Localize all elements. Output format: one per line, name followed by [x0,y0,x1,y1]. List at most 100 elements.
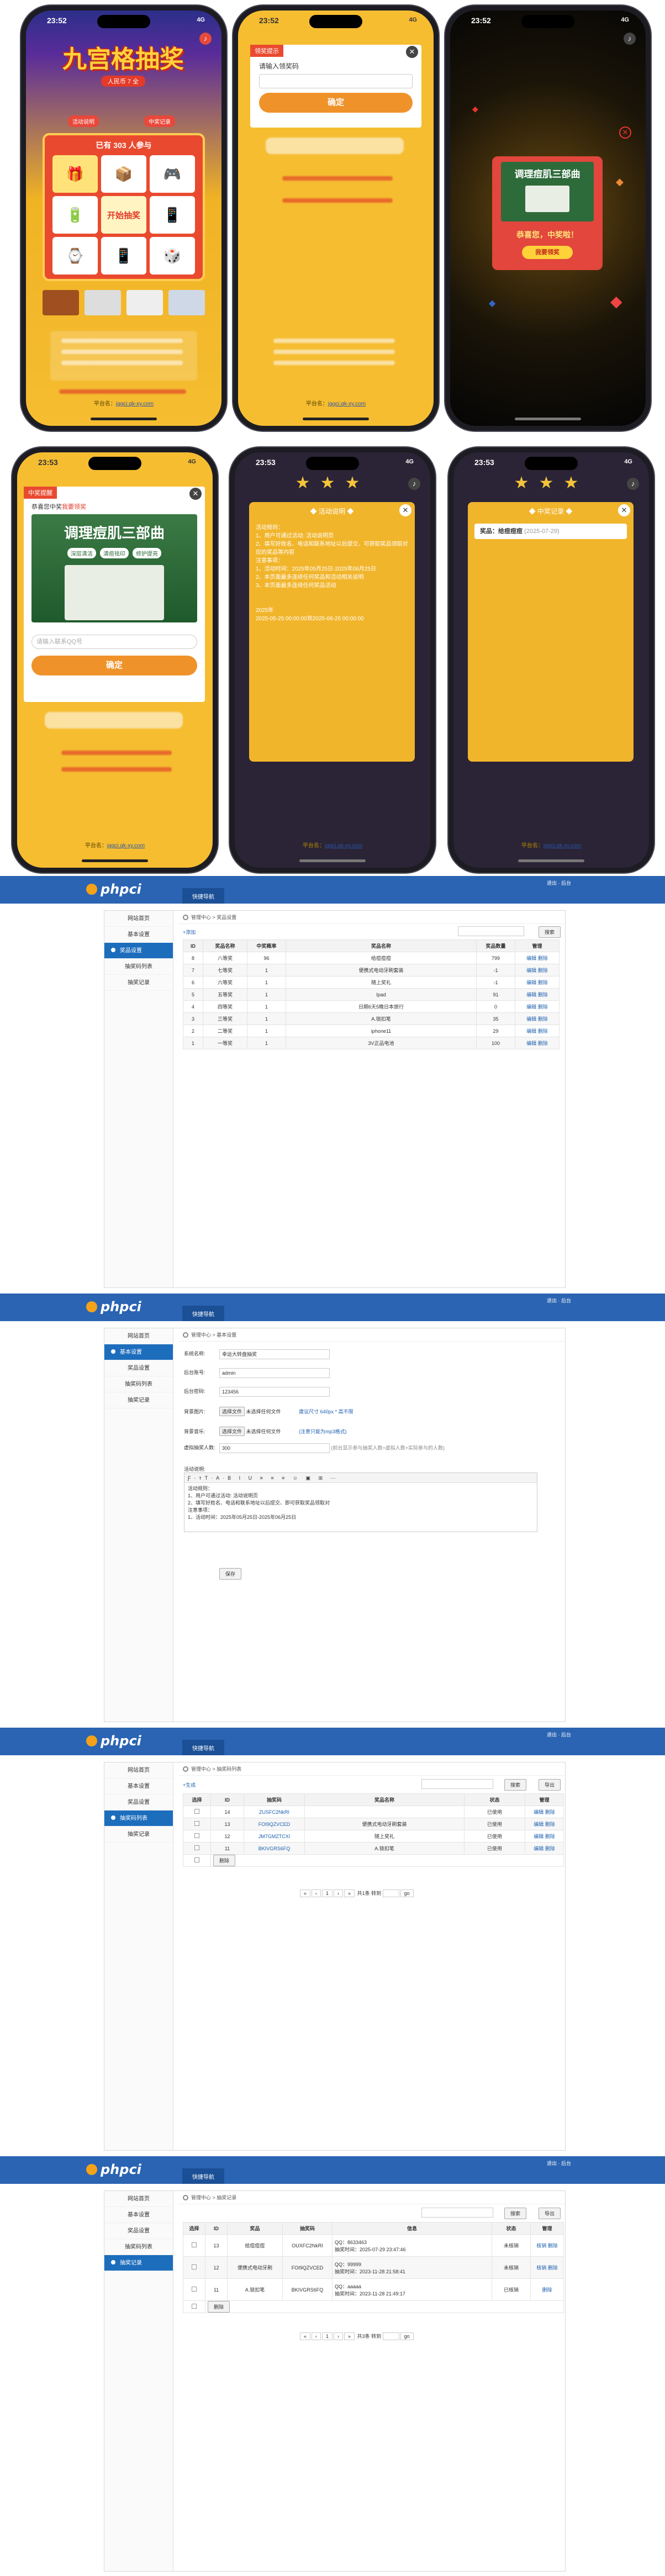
qq-input[interactable]: 请输入联系QQ号 [31,635,197,649]
top-links[interactable]: 退出 · 后台 [547,2160,571,2167]
search-input[interactable] [458,926,524,936]
feature-chip: 清痘祛印 [100,548,129,558]
screen-claim-form: 23:53 4G 中奖提醒 ✕ 恭喜您中奖我要领奖 调理痘肌三部曲 深层清洁 清痘… [17,452,213,868]
sidebar-item-prizes[interactable]: 奖品设置 [104,2223,173,2239]
prize-thumb [168,290,205,315]
table-row: 14 ZUSFC2NkRI 已使用 编辑 删除 [183,1806,564,1818]
close-icon[interactable]: ✕ [618,504,630,516]
confirm-button[interactable]: 确定 [259,93,413,113]
claim-prize-button[interactable]: 我要领奖 [522,246,573,259]
quick-nav-tab[interactable]: 快捷导航 [182,888,224,904]
row-checkbox[interactable] [194,1833,199,1838]
record-item: 奖品：给痘痘痘 (2025-07-29) [474,524,627,539]
start-lottery-button[interactable]: 开始抽奖 [101,196,146,234]
add-prize-link[interactable]: +添加 [183,928,196,936]
sidebar-item-home[interactable]: 网站首页 [104,1762,173,1778]
quick-nav-tab[interactable]: 快捷导航 [182,2168,224,2184]
music-icon[interactable]: ♪ [408,478,420,490]
delete-button[interactable]: 删除 [208,2301,230,2313]
table-row: 删除 [183,2300,564,2313]
rules-pill[interactable]: 活动说明 [68,115,99,127]
records-pill[interactable]: 中奖记录 [144,115,175,127]
sidebar-item-records[interactable]: 抽奖记录 [104,2255,173,2271]
signal-indicator: 4G [188,458,196,465]
claim-hint: 请输入领奖码 [259,62,299,70]
quick-nav-tab[interactable]: 快捷导航 [182,1740,224,1755]
screen-claim: 23:52 4G 领奖提示 ✕ 请输入领奖码 确定 平台名：jqqci.qk-xy… [238,10,434,426]
virtual-count-field[interactable]: 300 [219,1443,330,1453]
top-links[interactable]: 退出 · 后台 [547,879,571,886]
row-checkbox[interactable] [194,1809,199,1814]
sidebar-item-home[interactable]: 网站首页 [104,1328,173,1344]
close-icon[interactable]: ✕ [619,126,631,139]
sidebar-item-home[interactable]: 网站首页 [104,911,173,927]
prize-strip [43,290,205,315]
top-links[interactable]: 退出 · 后台 [547,1297,571,1304]
participants-count: 已有 303 人参与 [96,141,152,150]
choose-file-button[interactable]: 选择文件 [219,1427,245,1436]
editor-toolbar[interactable]: Ƒ·ᴛT·A·B I U ≡ ≡ ≡ ☺ ▣ ⊞ ⋯ [184,1473,537,1483]
generate-link[interactable]: +生成 [183,1781,196,1788]
close-icon[interactable]: ✕ [399,504,411,516]
sidebar-item-basic[interactable]: 基本设置 [104,2207,173,2223]
sidebar-item-codes[interactable]: 抽奖码列表 [104,1376,173,1392]
music-icon[interactable]: ♪ [627,478,639,490]
sidebar-item-records[interactable]: 抽奖记录 [104,1392,173,1408]
sidebar-item-records[interactable]: 抽奖记录 [104,975,173,991]
sidebar-item-prizes[interactable]: 奖品设置 [104,943,173,959]
search-input[interactable] [421,1779,493,1789]
star-row: ★★★ [295,474,370,492]
row-checkbox[interactable] [192,2264,197,2269]
sidebar: 网站首页 基本设置 奖品设置 抽奖码列表 抽奖记录 [104,2191,173,2571]
row-checkbox[interactable] [192,2242,197,2247]
close-icon[interactable]: ✕ [406,46,418,58]
sidebar-item-basic[interactable]: 基本设置 [104,1778,173,1794]
search-button[interactable]: 搜索 [504,1779,526,1791]
row-checkbox[interactable] [194,1845,199,1850]
system-name-field[interactable]: 幸运大转盘抽奖 [219,1349,330,1359]
choose-file-button[interactable]: 选择文件 [219,1407,245,1416]
export-button[interactable]: 导出 [538,1779,561,1791]
export-button[interactable]: 导出 [538,2208,561,2219]
select-all-checkbox[interactable] [194,1857,199,1862]
sidebar-item-basic[interactable]: 基本设置 [104,1344,173,1360]
search-input[interactable] [421,2208,493,2218]
pagination[interactable]: «‹ 1 ›» 共3条 转到 go [300,2332,415,2340]
sidebar-item-home[interactable]: 网站首页 [104,2191,173,2207]
music-icon[interactable]: ♪ [199,33,212,45]
table-row: 6 六等奖 1 随上奖礼 -1 编辑 删除 [183,976,560,989]
select-all-checkbox[interactable] [192,2304,197,2309]
prize-grid: 🎁 📦 🎮 🔋 开始抽奖 📱 ⌚ 📱 🎲 [52,155,195,275]
claim-code-input[interactable] [259,74,413,88]
top-nav: phpci 快捷导航 退出 · 后台 [0,876,665,904]
sidebar-item-records[interactable]: 抽奖记录 [104,1827,173,1843]
feature-chips: 深层清洁 清痘祛印 修护提亮 [31,548,197,558]
confirm-button[interactable]: 确定 [31,656,197,675]
row-checkbox[interactable] [194,1821,199,1826]
sidebar-item-codes[interactable]: 抽奖码列表 [104,2239,173,2255]
search-button[interactable]: 搜索 [504,2208,526,2219]
sidebar-item-codes[interactable]: 抽奖码列表 [104,1810,173,1827]
save-button[interactable]: 保存 [219,1568,242,1580]
pagination[interactable]: «‹ 1 ›» 共1条 转到 go [300,1889,415,1897]
editor-content[interactable]: 活动规则： 1、用户可通过活动: 活动说明页 2、填写好姓名、电话和联系地址以后提交… [184,1483,537,1523]
search-button[interactable]: 搜索 [538,926,561,938]
top-links[interactable]: 退出 · 后台 [547,1731,571,1738]
sidebar-item-prizes[interactable]: 奖品设置 [104,1794,173,1810]
signal-indicator: 4G [405,458,414,465]
table-row: 8 八等奖 96 给痘痘痘 799 编辑 删除 [183,952,560,964]
sidebar: 网站首页 基本设置 奖品设置 抽奖码列表 抽奖记录 [104,911,173,1287]
sidebar-item-prizes[interactable]: 奖品设置 [104,1360,173,1376]
row-checkbox[interactable] [192,2287,197,2292]
music-icon[interactable]: ♪ [624,33,636,45]
sidebar-item-codes[interactable]: 抽奖码列表 [104,959,173,975]
sidebar-item-basic[interactable]: 基本设置 [104,927,173,943]
rich-text-editor[interactable]: Ƒ·ᴛT·A·B I U ≡ ≡ ≡ ☺ ▣ ⊞ ⋯ 活动规则： 1、用户可通过活… [184,1472,537,1532]
admin-password-field[interactable]: 123456 [219,1387,330,1397]
table-row: 3 三等奖 1 A.锁扣笔 35 编辑 删除 [183,1012,560,1025]
delete-button[interactable]: 删除 [213,1855,236,1866]
admin-account-field[interactable]: admin [219,1368,330,1378]
home-icon [183,915,188,920]
close-icon[interactable]: ✕ [189,488,202,500]
quick-nav-tab[interactable]: 快捷导航 [182,1306,224,1321]
